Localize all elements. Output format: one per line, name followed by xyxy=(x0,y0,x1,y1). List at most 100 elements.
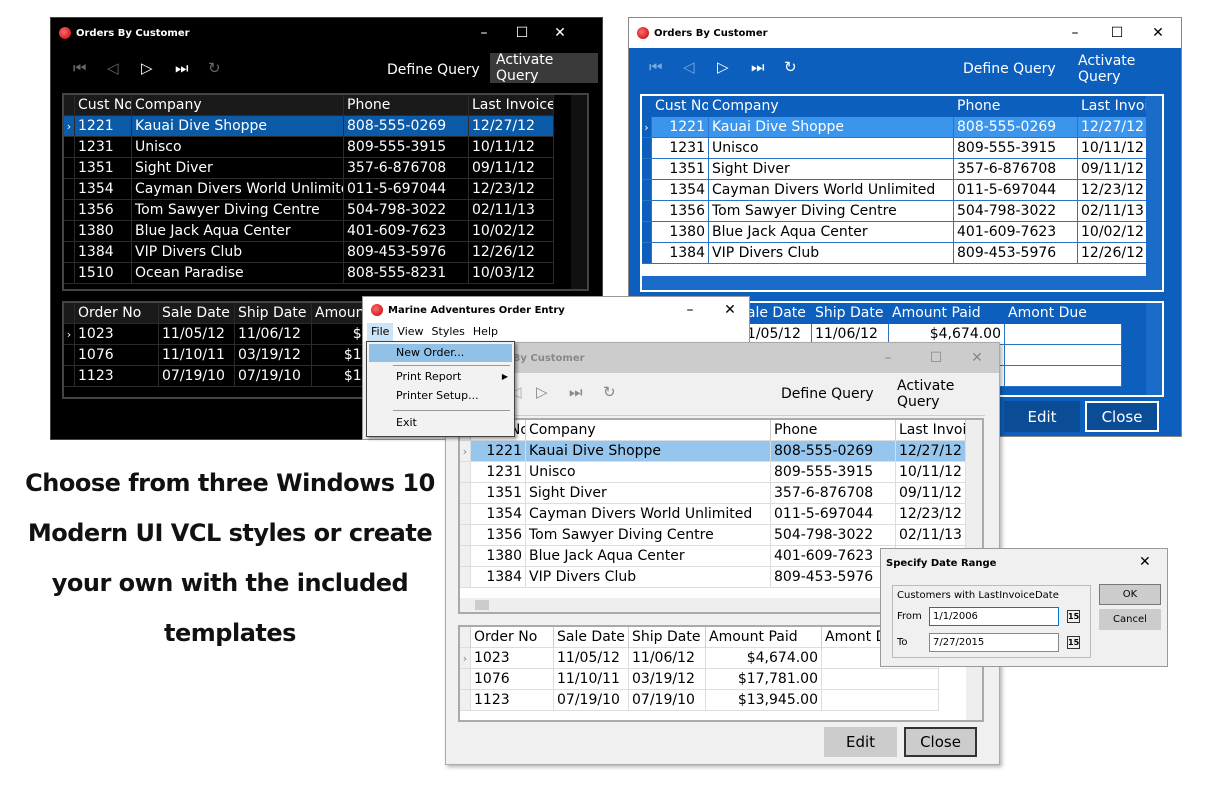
close-window-button[interactable]: ✕ xyxy=(1139,18,1177,48)
header-indicator xyxy=(64,303,75,324)
table-row[interactable]: 1380Blue Jack Aqua Center401-609-762310/… xyxy=(642,222,1148,243)
next-icon[interactable]: ▷ xyxy=(536,383,548,401)
define-query-button[interactable]: Define Query xyxy=(957,54,1062,84)
edit-button[interactable]: Edit xyxy=(824,727,897,757)
row-indicator: › xyxy=(642,117,652,138)
menu-item-printer-setup[interactable]: Printer Setup... xyxy=(369,387,512,405)
table-cell: 504-798-3022 xyxy=(344,200,469,221)
minimize-button[interactable]: – xyxy=(671,297,709,323)
first-icon[interactable]: ⏮ xyxy=(73,59,87,77)
first-icon[interactable]: ⏮ xyxy=(649,58,663,76)
table-cell: 10/11/12 xyxy=(469,137,554,158)
refresh-icon[interactable]: ↻ xyxy=(603,383,616,401)
table-cell: 10/11/12 2 xyxy=(1078,138,1148,159)
horizontal-scrollbar[interactable] xyxy=(642,276,1162,290)
vertical-scrollbar[interactable] xyxy=(571,95,587,289)
table-row[interactable]: 1380Blue Jack Aqua Center401-609-762310/… xyxy=(64,221,554,242)
customers-grid[interactable]: Cust NoCompanyPhoneLast Invoic›1221Kauai… xyxy=(640,94,1164,292)
define-query-button[interactable]: Define Query xyxy=(381,55,486,85)
dialog-title: Specify Date Range xyxy=(886,558,997,569)
close-window-button[interactable]: ✕ xyxy=(958,343,996,373)
cancel-button[interactable]: Cancel xyxy=(1099,609,1161,630)
last-icon[interactable]: ⏭ xyxy=(751,58,765,76)
table-cell: 1356 xyxy=(471,525,526,546)
from-date-input[interactable]: 1/1/2006 xyxy=(929,607,1059,626)
table-cell: 12/27/12 xyxy=(469,116,554,137)
table-row[interactable]: 1356 Tom Sawyer Diving Centre 504-798-3022… xyxy=(64,200,554,221)
define-query-button[interactable]: Define Query xyxy=(775,379,880,409)
menu-styles[interactable]: Styles xyxy=(428,323,469,342)
row-indicator xyxy=(64,179,75,200)
table-row[interactable]: 1351Sight Diver357-6-87670809/11/12 7 xyxy=(642,159,1148,180)
refresh-icon[interactable]: ↻ xyxy=(784,58,797,76)
app-logo-icon xyxy=(371,304,383,316)
prior-icon[interactable]: ◁ xyxy=(683,58,695,76)
menu-item-new-order[interactable]: New Order... xyxy=(369,344,512,362)
maximize-button[interactable]: ☐ xyxy=(917,343,955,373)
table-row[interactable]: 107611/10/1103/19/12$17,781.00 xyxy=(460,669,939,690)
menu-help[interactable]: Help xyxy=(469,323,502,342)
table-row[interactable]: 1510 Ocean Paradise 808-555-8231 10/03/12 xyxy=(64,263,554,284)
menu-view[interactable]: View xyxy=(393,323,427,342)
prior-icon[interactable]: ◁ xyxy=(107,59,119,77)
maximize-button[interactable]: ☐ xyxy=(1098,18,1136,48)
table-cell: 12/26/12 6 xyxy=(1078,243,1148,264)
close-button[interactable]: Close xyxy=(904,727,977,757)
minimize-button[interactable]: – xyxy=(869,343,907,373)
table-row[interactable]: › 1221 Kauai Dive Shoppe 808-555-0269 12/27/… xyxy=(64,116,554,137)
table-row[interactable]: 1231Unisco809-555-391510/11/12 2 xyxy=(642,138,1148,159)
activate-query-button[interactable]: Activate Query xyxy=(891,378,999,410)
activate-query-button[interactable]: Activate Query xyxy=(1072,53,1181,85)
column-header: Phone xyxy=(344,95,469,116)
menu-file[interactable]: File xyxy=(367,323,394,342)
close-dialog-button[interactable]: ✕ xyxy=(1139,554,1151,570)
calendar-icon[interactable]: 15 xyxy=(1067,636,1080,649)
calendar-icon[interactable]: 15 xyxy=(1067,610,1080,623)
table-row[interactable]: 1231 Unisco 809-555-3915 10/11/12 xyxy=(64,137,554,158)
row-indicator xyxy=(642,138,652,159)
table-cell: Unisco xyxy=(132,137,344,158)
vertical-scrollbar[interactable] xyxy=(1146,96,1162,276)
table-cell: 357-6-876708 xyxy=(954,159,1078,180)
table-row[interactable]: › 1221 Kauai Dive Shoppe 808-555-0269 12/27/… xyxy=(460,441,966,462)
close-button[interactable]: Close xyxy=(1085,401,1159,432)
table-row[interactable]: 1231Unisco809-555-391510/11/12 2 xyxy=(460,462,966,483)
ok-button[interactable]: OK xyxy=(1099,584,1161,605)
table-row[interactable]: 1354 Cayman Divers World Unlimited 011-5-6… xyxy=(460,504,966,525)
refresh-icon[interactable]: ↻ xyxy=(208,59,221,77)
close-window-button[interactable]: ✕ xyxy=(711,297,749,323)
to-date-input[interactable]: 7/27/2015 xyxy=(929,633,1059,652)
table-row[interactable]: ›102311/05/1211/06/12$4,674.00 xyxy=(460,648,939,669)
menu-item-exit[interactable]: Exit xyxy=(369,414,512,432)
vertical-scrollbar[interactable] xyxy=(1146,303,1162,395)
scroll-thumb[interactable] xyxy=(475,600,489,610)
minimize-button[interactable]: – xyxy=(465,18,503,48)
table-row[interactable]: 1384 VIP Divers Club 809-453-5976 12/26/12 xyxy=(64,242,554,263)
table-row[interactable]: 1351Sight Diver357-6-87670809/11/12 7 xyxy=(460,483,966,504)
next-icon[interactable]: ▷ xyxy=(717,58,729,76)
close-window-button[interactable]: ✕ xyxy=(541,18,579,48)
table-row[interactable]: › 1221 Kauai Dive Shoppe 808-555-0269 12/27/… xyxy=(642,117,1148,138)
activate-query-button[interactable]: Activate Query xyxy=(490,52,598,84)
table-row[interactable]: 1356 Tom Sawyer Diving Centre 504-798-3022… xyxy=(460,525,966,546)
table-row[interactable]: 1354 Cayman Divers World Unlimited 011-5-6… xyxy=(642,180,1148,201)
last-icon[interactable]: ⏭ xyxy=(569,383,583,401)
app-logo-icon xyxy=(59,27,71,39)
table-row[interactable]: 1384VIP Divers Club809-453-597612/26/12 … xyxy=(642,243,1148,264)
table-row[interactable]: 1354 Cayman Divers World Unlimited 011-5-6… xyxy=(64,179,554,200)
last-icon[interactable]: ⏭ xyxy=(175,59,189,77)
table-row[interactable]: 1351 Sight Diver 357-6-876708 09/11/12 xyxy=(64,158,554,179)
table-cell: Tom Sawyer Diving Centre xyxy=(526,525,771,546)
next-icon[interactable]: ▷ xyxy=(141,59,153,77)
edit-button[interactable]: Edit xyxy=(1004,401,1080,432)
customers-grid[interactable]: Cust No Company Phone Last Invoice › 1221 Kaua… xyxy=(62,93,589,291)
table-cell: 10/11/12 2 xyxy=(896,462,966,483)
table-row[interactable]: 1356 Tom Sawyer Diving Centre 504-798-3022… xyxy=(642,201,1148,222)
table-row[interactable]: 112307/19/1007/19/10$13,945.00 xyxy=(460,690,939,711)
edit-label: Edit xyxy=(845,733,876,751)
table-cell: 10/02/12 1 xyxy=(1078,222,1148,243)
menu-item-print-report[interactable]: Print Report ▶ xyxy=(369,368,512,386)
minimize-button[interactable]: – xyxy=(1056,18,1094,48)
maximize-button[interactable]: ☐ xyxy=(503,18,541,48)
table-cell: 011-5-697044 xyxy=(771,504,896,525)
